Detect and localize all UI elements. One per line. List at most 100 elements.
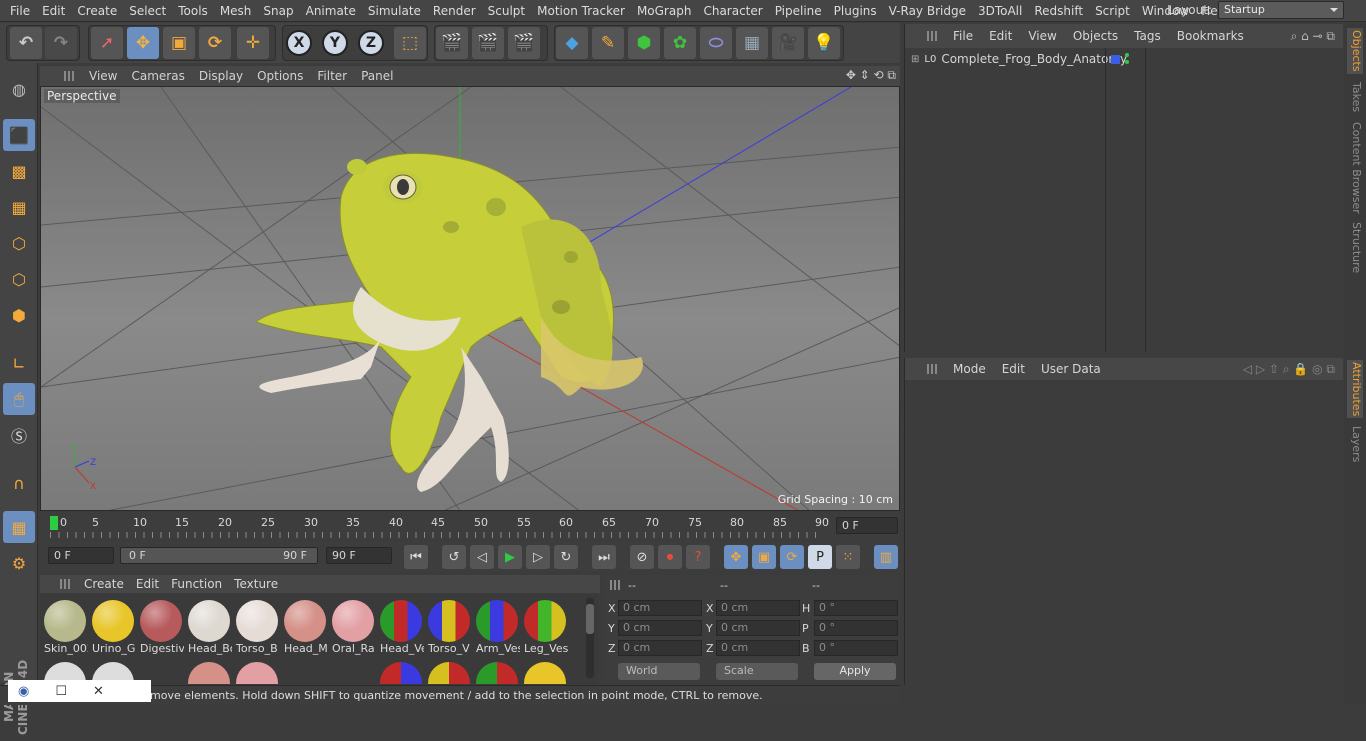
- tab-content-browser[interactable]: Content Browser: [1347, 120, 1363, 216]
- autokey-button[interactable]: ⏺: [658, 545, 682, 569]
- polygon-mode-button[interactable]: ⬢: [3, 299, 35, 331]
- viewport-menu-cameras[interactable]: Cameras: [124, 69, 191, 83]
- perspective-viewport[interactable]: Y Z X Perspective Grid Spacing : 10 cm: [40, 86, 900, 511]
- floor-button[interactable]: ▦: [736, 27, 768, 59]
- point-mode-button[interactable]: ⬡: [3, 227, 35, 259]
- menu-render[interactable]: Render: [427, 4, 482, 18]
- object-menu-file[interactable]: File: [945, 29, 981, 43]
- expand-icon[interactable]: ⊞: [911, 54, 919, 65]
- go-to-start-button[interactable]: ⏮: [404, 545, 428, 569]
- menu-select[interactable]: Select: [123, 4, 172, 18]
- play-button[interactable]: ▶: [498, 545, 522, 569]
- menu-snap[interactable]: Snap: [257, 4, 299, 18]
- size-y-field[interactable]: 0 cm: [716, 620, 800, 636]
- go-to-end-button[interactable]: ⏭: [592, 545, 616, 569]
- menu-animate[interactable]: Animate: [300, 4, 362, 18]
- deformer-button[interactable]: ⬭: [700, 27, 732, 59]
- material-scrollbar[interactable]: [586, 598, 594, 678]
- workplane-lock-button[interactable]: ▦: [3, 511, 35, 543]
- viewport-menu-filter[interactable]: Filter: [310, 69, 354, 83]
- tab-objects[interactable]: Objects: [1347, 28, 1363, 74]
- tab-attributes[interactable]: Attributes: [1347, 360, 1363, 418]
- model-mode-button[interactable]: ⬛: [3, 119, 35, 151]
- keyframe-selection-button[interactable]: ?: [686, 545, 710, 569]
- timeline-window-button[interactable]: ▥: [874, 545, 898, 569]
- coordinate-mode-dropdown[interactable]: World: [618, 663, 700, 680]
- rot-p-field[interactable]: 0 °: [814, 620, 898, 636]
- size-x-field[interactable]: 0 cm: [716, 600, 800, 616]
- attribute-menu-user-data[interactable]: User Data: [1033, 362, 1109, 376]
- menu-tools[interactable]: Tools: [172, 4, 214, 18]
- previous-frame-button[interactable]: ◁: [470, 545, 494, 569]
- material-swatch[interactable]: Arm_Ves: [474, 598, 520, 656]
- material-swatch[interactable]: Torso_V: [426, 598, 472, 656]
- attribute-menu-edit[interactable]: Edit: [994, 362, 1033, 376]
- key-pla-button[interactable]: ⁙: [836, 545, 860, 569]
- last-tool-button[interactable]: ✛: [237, 27, 269, 59]
- menu-mograph[interactable]: MoGraph: [631, 4, 698, 18]
- material-swatch[interactable]: Torso_B: [234, 598, 280, 656]
- layer-color-swatch[interactable]: [1111, 55, 1120, 64]
- menu-character[interactable]: Character: [697, 4, 768, 18]
- rotate-tool-button[interactable]: ⟳: [199, 27, 231, 59]
- material-menu-create[interactable]: Create: [78, 577, 130, 591]
- menu-create[interactable]: Create: [71, 4, 123, 18]
- frame-range-slider[interactable]: 0 F 90 F: [120, 547, 318, 564]
- material-swatch[interactable]: Head_Ve: [378, 598, 424, 656]
- menu-motion-tracker[interactable]: Motion Tracker: [531, 4, 631, 18]
- cloner-button[interactable]: ✿: [664, 27, 696, 59]
- quantize-button[interactable]: ⚙: [3, 547, 35, 579]
- start-frame-field[interactable]: 0 F: [48, 547, 114, 564]
- make-editable-button[interactable]: ◍: [3, 73, 35, 105]
- viewport-menu-options[interactable]: Options: [250, 69, 310, 83]
- material-swatch[interactable]: Head_Bo: [186, 598, 232, 656]
- render-visibility-dot[interactable]: [1125, 60, 1129, 64]
- editor-visibility-dot[interactable]: [1125, 53, 1129, 57]
- close-icon[interactable]: ✕: [93, 684, 104, 699]
- menu-script[interactable]: Script: [1089, 4, 1136, 18]
- tweak-button[interactable]: 🖱: [3, 383, 35, 415]
- apply-button[interactable]: Apply: [814, 663, 896, 680]
- menu-plugins[interactable]: Plugins: [828, 4, 883, 18]
- rot-h-field[interactable]: 0 °: [814, 600, 898, 616]
- viewport-menu-display[interactable]: Display: [192, 69, 250, 83]
- viewport-nav-icons[interactable]: ✥ ⇕ ⟲ ⧉: [846, 68, 896, 83]
- viewport-menu-panel[interactable]: Panel: [354, 69, 400, 83]
- material-swatch[interactable]: Leg_Ves: [522, 598, 568, 656]
- object-nav-icons[interactable]: ⌕ ⌂ ⊸ ⧉: [1291, 29, 1335, 44]
- layout-dropdown[interactable]: Startup: [1218, 1, 1344, 19]
- pos-z-field[interactable]: 0 cm: [618, 640, 702, 656]
- viewport-menu-view[interactable]: View: [82, 69, 124, 83]
- edge-mode-button[interactable]: ⬡: [3, 263, 35, 295]
- workplane-mode-button[interactable]: ▦: [3, 191, 35, 223]
- render-settings-button[interactable]: 🎬: [508, 27, 540, 59]
- redo-button[interactable]: ↷: [45, 27, 77, 59]
- menu-mesh[interactable]: Mesh: [214, 4, 258, 18]
- object-menu-tags[interactable]: Tags: [1126, 29, 1169, 43]
- subdivision-button[interactable]: ⬢: [628, 27, 660, 59]
- enable-axis-button[interactable]: ∟: [3, 347, 35, 379]
- menu-edit[interactable]: Edit: [36, 4, 71, 18]
- material-swatch[interactable]: Urino_G: [90, 598, 136, 656]
- key-parameter-button[interactable]: P: [808, 545, 832, 569]
- material-swatch[interactable]: [186, 660, 232, 684]
- key-rotation-button[interactable]: ⟳: [780, 545, 804, 569]
- cube-button[interactable]: ◆: [556, 27, 588, 59]
- menu-sculpt[interactable]: Sculpt: [482, 4, 531, 18]
- material-swatch[interactable]: Digestiv: [138, 598, 184, 656]
- tab-structure[interactable]: Structure: [1347, 222, 1363, 273]
- menu-3dtoall[interactable]: 3DToAll: [972, 4, 1028, 18]
- next-key-button[interactable]: ↻: [554, 545, 578, 569]
- next-frame-button[interactable]: ▷: [526, 545, 550, 569]
- material-swatch[interactable]: [234, 660, 280, 684]
- material-swatch[interactable]: [378, 660, 424, 684]
- size-mode-dropdown[interactable]: Scale: [716, 663, 798, 680]
- size-z-field[interactable]: 0 cm: [716, 640, 800, 656]
- menu-file[interactable]: File: [4, 4, 36, 18]
- record-keys-button[interactable]: ⊘: [630, 545, 654, 569]
- key-position-button[interactable]: ✥: [724, 545, 748, 569]
- rot-b-field[interactable]: 0 °: [814, 640, 898, 656]
- object-menu-edit[interactable]: Edit: [981, 29, 1020, 43]
- object-menu-objects[interactable]: Objects: [1065, 29, 1126, 43]
- playhead-marker[interactable]: [50, 516, 58, 530]
